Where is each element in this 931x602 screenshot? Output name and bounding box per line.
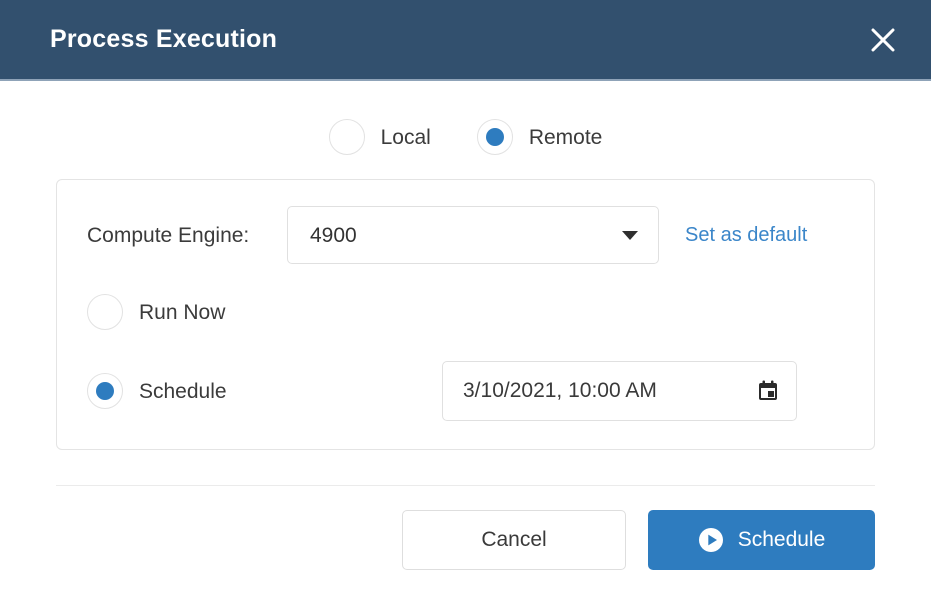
mode-radio-remote[interactable]: Remote bbox=[476, 119, 603, 155]
dialog-footer: Cancel Schedule bbox=[0, 486, 931, 570]
cancel-button[interactable]: Cancel bbox=[402, 510, 626, 570]
compute-engine-label: Compute Engine: bbox=[87, 223, 250, 247]
calendar-icon[interactable] bbox=[756, 379, 780, 403]
schedule-row: Schedule bbox=[57, 361, 874, 421]
mode-radio-local[interactable]: Local bbox=[328, 119, 431, 155]
radio-icon-local bbox=[328, 119, 365, 155]
close-button[interactable] bbox=[861, 18, 905, 62]
schedule-button[interactable]: Schedule bbox=[648, 510, 875, 570]
process-execution-dialog: Process Execution Local Remote Compute E… bbox=[0, 0, 931, 602]
radio-icon-remote bbox=[476, 119, 513, 155]
timing-label-run-now: Run Now bbox=[139, 300, 226, 324]
run-now-row: Run Now bbox=[57, 294, 874, 330]
compute-engine-row: Compute Engine: 4900 Set as default bbox=[57, 206, 874, 264]
mode-label-remote: Remote bbox=[528, 125, 603, 149]
remote-options-panel: Compute Engine: 4900 Set as default Run … bbox=[56, 179, 875, 450]
schedule-datetime-input[interactable] bbox=[463, 379, 733, 403]
compute-engine-select[interactable]: 4900 bbox=[287, 206, 659, 264]
chevron-down-icon bbox=[622, 230, 638, 240]
timing-label-schedule: Schedule bbox=[139, 379, 227, 403]
schedule-button-label: Schedule bbox=[737, 528, 826, 551]
schedule-datetime-field[interactable] bbox=[442, 361, 797, 421]
mode-label-local: Local bbox=[380, 125, 431, 149]
set-as-default-link[interactable]: Set as default bbox=[685, 225, 807, 245]
page-title: Process Execution bbox=[50, 25, 278, 53]
timing-radio-schedule[interactable]: Schedule bbox=[87, 373, 442, 409]
play-circle-icon bbox=[698, 527, 724, 553]
close-icon bbox=[870, 27, 896, 53]
timing-radio-run-now[interactable]: Run Now bbox=[87, 294, 442, 330]
execution-mode-group: Local Remote bbox=[0, 81, 931, 155]
radio-icon-schedule bbox=[87, 373, 123, 409]
radio-icon-run-now bbox=[87, 294, 123, 330]
dialog-header: Process Execution bbox=[0, 0, 931, 81]
dialog-body: Local Remote Compute Engine: 4900 Set as… bbox=[0, 81, 931, 602]
cancel-button-label: Cancel bbox=[481, 528, 547, 551]
compute-engine-value: 4900 bbox=[310, 223, 357, 247]
